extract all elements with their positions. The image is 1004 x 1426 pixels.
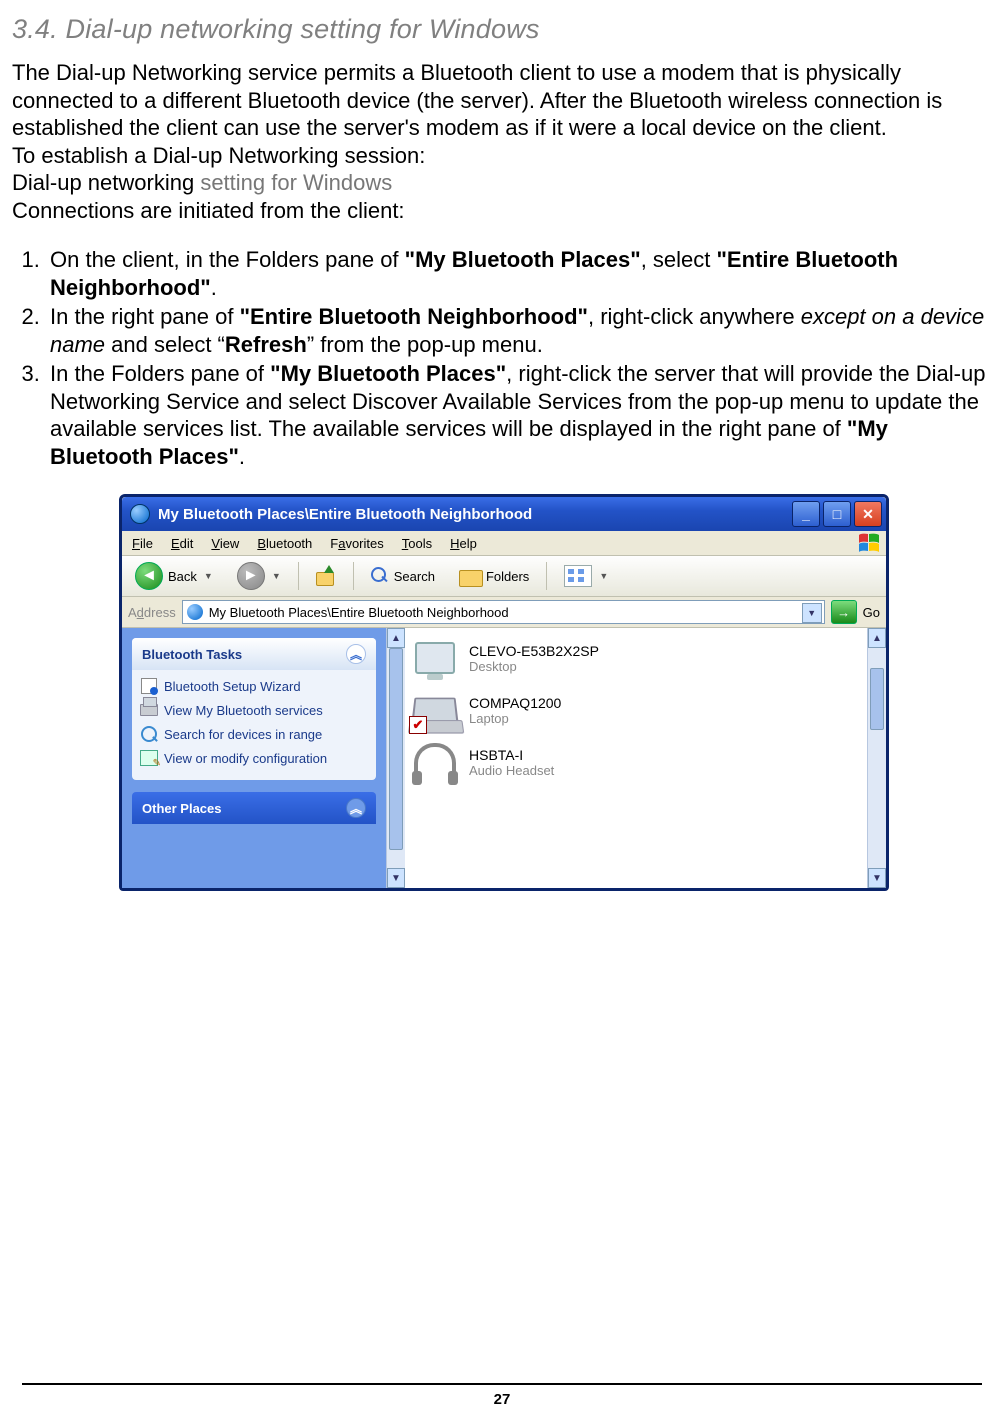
back-button[interactable]: ◄ Back ▼ — [128, 558, 220, 594]
menu-bluetooth[interactable]: Bluetooth — [257, 536, 312, 551]
forward-arrow-icon: ► — [237, 562, 265, 590]
back-arrow-icon: ◄ — [135, 562, 163, 590]
tasks-list: Bluetooth Setup Wizard View My Bluetooth… — [132, 670, 376, 780]
toolbar-separator — [298, 562, 299, 590]
menu-file[interactable]: File — [132, 536, 153, 551]
menubar: File Edit View Bluetooth Favorites Tools… — [122, 531, 886, 556]
device-item[interactable]: HSBTA-IAudio Headset — [411, 740, 861, 784]
menu-help[interactable]: Help — [450, 536, 477, 551]
device-item[interactable]: ✔ COMPAQ1200Laptop — [411, 688, 861, 732]
collapse-icon[interactable]: ︽ — [346, 798, 366, 818]
config-icon — [140, 750, 158, 766]
left-scrollbar[interactable]: ▲ ▼ — [386, 628, 405, 888]
scroll-down-icon[interactable]: ▼ — [868, 868, 886, 888]
search-icon — [141, 726, 157, 742]
desktop-icon — [415, 642, 455, 674]
step-3: In the Folders pane of "My Bluetooth Pla… — [46, 360, 996, 470]
intro-p3: Dial-up networking setting for Windows — [12, 169, 996, 197]
device-name: COMPAQ1200 — [469, 695, 561, 711]
steps-list: On the client, in the Folders pane of "M… — [12, 246, 996, 470]
folder-up-icon — [316, 566, 336, 586]
go-label: Go — [863, 605, 880, 620]
windows-logo-icon — [858, 533, 880, 553]
check-badge-icon: ✔ — [409, 716, 427, 734]
collapse-icon[interactable]: ︽ — [346, 644, 366, 664]
toolbar-separator — [546, 562, 547, 590]
address-label: Address — [128, 605, 176, 620]
device-pane[interactable]: CLEVO-E53B2X2SPDesktop ✔ COMPAQ1200Lapto… — [405, 628, 886, 888]
search-icon — [371, 567, 389, 585]
explorer-window: My Bluetooth Places\Entire Bluetooth Nei… — [119, 494, 889, 891]
folders-icon — [459, 567, 481, 585]
address-bar: Address My Bluetooth Places\Entire Bluet… — [122, 597, 886, 628]
right-scrollbar[interactable]: ▲ ▼ — [867, 628, 886, 888]
toolbar: ◄ Back ▼ ► ▼ Search Folders ▼ — [122, 556, 886, 597]
page-footer: 27 — [0, 1383, 1004, 1408]
device-name: HSBTA-I — [469, 747, 554, 763]
views-icon — [564, 565, 592, 587]
folders-button[interactable]: Folders — [452, 563, 536, 589]
views-button[interactable]: ▼ — [557, 561, 615, 591]
task-modify-config[interactable]: View or modify configuration — [140, 746, 368, 770]
scroll-thumb[interactable] — [389, 648, 403, 850]
page-number: 27 — [494, 1391, 511, 1408]
device-type: Audio Headset — [469, 763, 554, 778]
menu-view[interactable]: View — [211, 536, 239, 551]
menu-tools[interactable]: Tools — [402, 536, 432, 551]
bluetooth-icon — [187, 604, 203, 620]
section-heading: 3.4. Dial-up networking setting for Wind… — [12, 14, 996, 45]
tasks-panel: Bluetooth Tasks ︽ Bluetooth Setup Wizard… — [122, 628, 386, 888]
close-button[interactable]: ✕ — [854, 501, 882, 527]
device-name: CLEVO-E53B2X2SP — [469, 643, 599, 659]
address-value: My Bluetooth Places\Entire Bluetooth Nei… — [209, 605, 509, 620]
intro-p1: The Dial-up Networking service permits a… — [12, 59, 996, 142]
window-title: My Bluetooth Places\Entire Bluetooth Nei… — [158, 506, 532, 523]
forward-button[interactable]: ► ▼ — [230, 558, 288, 594]
scroll-down-icon[interactable]: ▼ — [387, 868, 405, 888]
address-dropdown-icon[interactable]: ▼ — [802, 603, 822, 623]
back-dropdown-icon[interactable]: ▼ — [204, 571, 213, 581]
device-type: Laptop — [469, 711, 561, 726]
step-2: In the right pane of "Entire Bluetooth N… — [46, 303, 996, 358]
task-setup-wizard[interactable]: Bluetooth Setup Wizard — [140, 674, 368, 698]
toolbar-separator — [353, 562, 354, 590]
intro-p2: To establish a Dial-up Networking sessio… — [12, 142, 996, 170]
step-1: On the client, in the Folders pane of "M… — [46, 246, 996, 301]
task-search-devices[interactable]: Search for devices in range — [140, 722, 368, 746]
menu-edit[interactable]: Edit — [171, 536, 193, 551]
up-button[interactable] — [309, 562, 343, 590]
maximize-button[interactable]: □ — [823, 501, 851, 527]
scroll-up-icon[interactable]: ▲ — [868, 628, 886, 648]
go-button[interactable]: → — [831, 600, 857, 624]
task-view-services[interactable]: View My Bluetooth services — [140, 698, 368, 722]
content-area: Bluetooth Tasks ︽ Bluetooth Setup Wizard… — [122, 628, 886, 888]
forward-dropdown-icon[interactable]: ▼ — [272, 571, 281, 581]
intro-block: The Dial-up Networking service permits a… — [12, 59, 996, 224]
scroll-up-icon[interactable]: ▲ — [387, 628, 405, 648]
bluetooth-tasks-box: Bluetooth Tasks ︽ Bluetooth Setup Wizard… — [132, 638, 376, 780]
search-button[interactable]: Search — [364, 563, 442, 589]
views-dropdown-icon[interactable]: ▼ — [599, 571, 608, 581]
headset-icon — [414, 743, 456, 781]
other-places-box: Other Places ︽ — [132, 792, 376, 824]
wizard-icon — [141, 678, 157, 694]
other-places-header[interactable]: Other Places ︽ — [132, 792, 376, 824]
laptop-icon — [140, 704, 158, 716]
address-field[interactable]: My Bluetooth Places\Entire Bluetooth Nei… — [182, 600, 825, 624]
minimize-button[interactable]: _ — [792, 501, 820, 527]
menu-favorites[interactable]: Favorites — [330, 536, 383, 551]
device-type: Desktop — [469, 659, 599, 674]
bluetooth-places-icon — [130, 504, 150, 524]
device-item[interactable]: CLEVO-E53B2X2SPDesktop — [411, 636, 861, 680]
bluetooth-tasks-header[interactable]: Bluetooth Tasks ︽ — [132, 638, 376, 670]
titlebar[interactable]: My Bluetooth Places\Entire Bluetooth Nei… — [122, 497, 886, 531]
scroll-thumb[interactable] — [870, 668, 884, 730]
intro-p4: Connections are initiated from the clien… — [12, 197, 996, 225]
